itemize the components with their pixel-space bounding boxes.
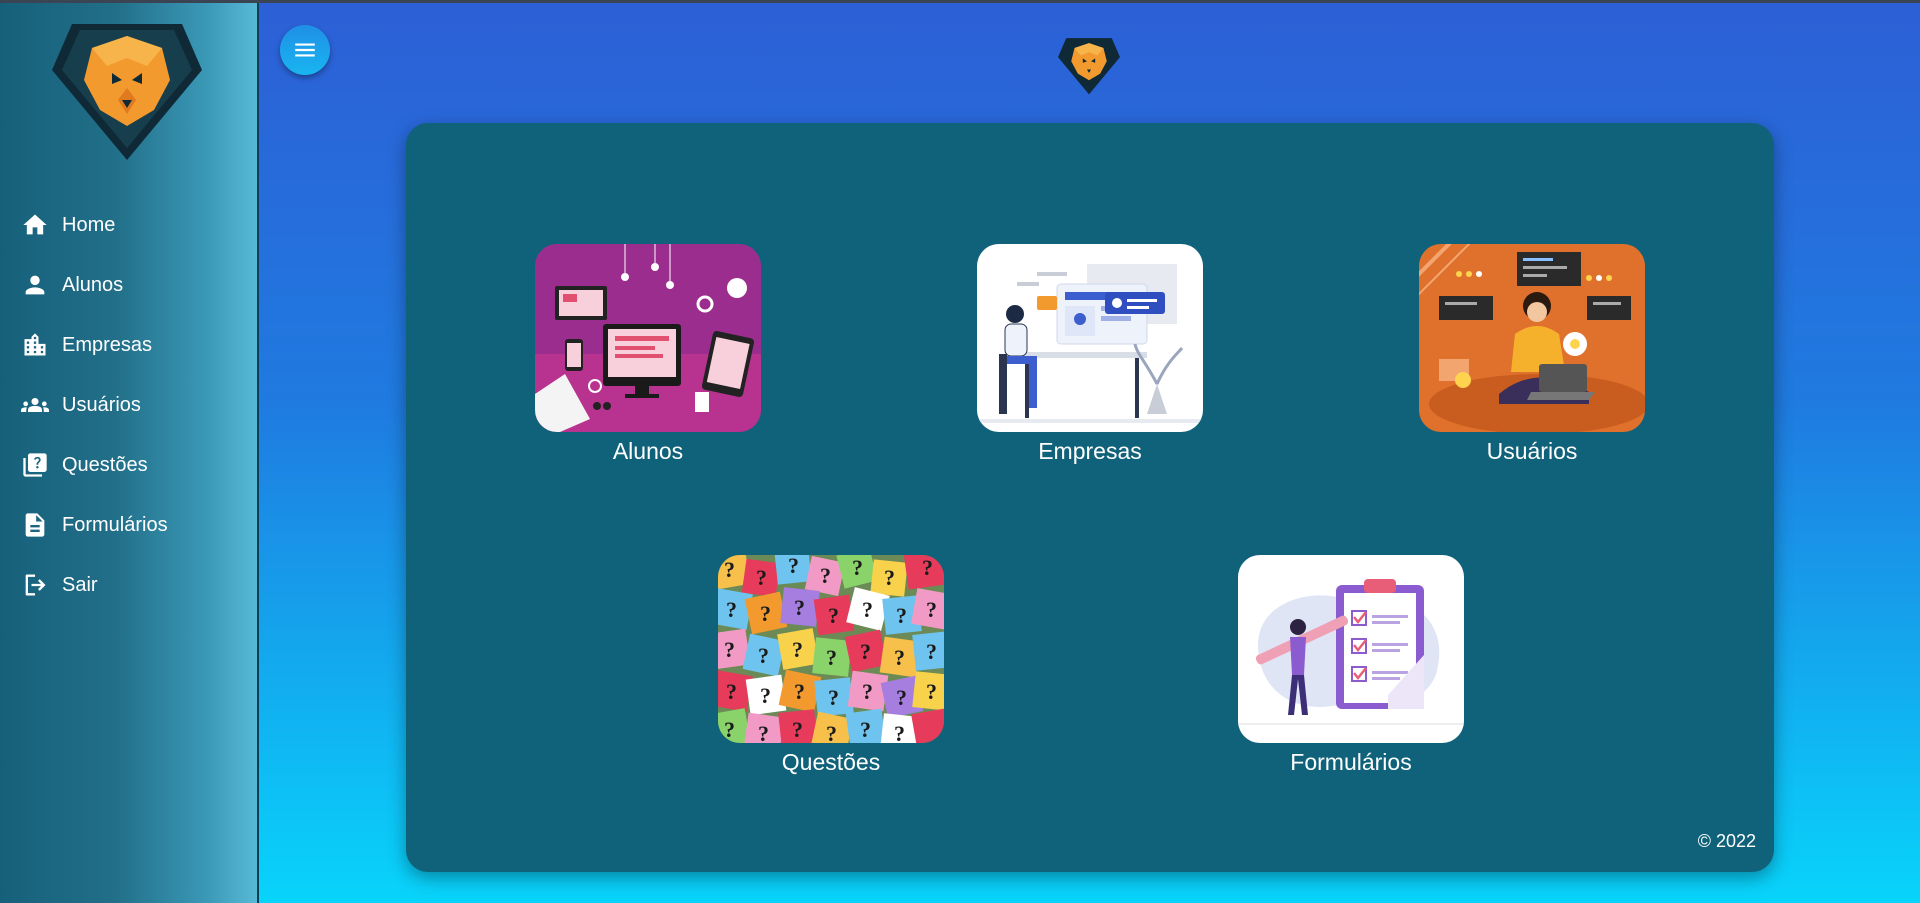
building-icon — [20, 330, 50, 360]
menu-toggle-button[interactable] — [280, 25, 330, 75]
sidebar-item-label: Sair — [62, 573, 98, 596]
hamburger-menu-icon — [295, 43, 315, 57]
svg-text:?: ? — [828, 603, 839, 628]
svg-text:?: ? — [826, 645, 837, 670]
sidebar-item-label: Questões — [62, 453, 148, 476]
tile-label: Alunos — [612, 438, 684, 464]
home-icon — [20, 210, 50, 240]
svg-text:?: ? — [926, 679, 937, 704]
header-lion-logo-icon — [1058, 34, 1120, 96]
sidebar-item-usuarios[interactable]: Usuários — [0, 375, 257, 435]
tile-label: Empresas — [1038, 438, 1142, 464]
svg-text:?: ? — [862, 679, 873, 704]
sidebar-item-label: Home — [62, 213, 116, 236]
svg-text:?: ? — [884, 565, 895, 590]
tile-empresas[interactable]: Empresas — [977, 244, 1203, 465]
svg-text:?: ? — [862, 597, 873, 622]
tile-label: Formulários — [1290, 749, 1412, 775]
devices-illustration-image — [535, 244, 761, 432]
group-icon — [20, 390, 50, 420]
sidebar-item-label: Usuários — [62, 393, 141, 416]
svg-text:?: ? — [894, 645, 905, 670]
sidebar-item-empresas[interactable]: Empresas — [0, 315, 257, 375]
svg-text:?: ? — [726, 597, 737, 622]
lion-logo-icon — [52, 18, 202, 160]
office-worker-illustration-image — [977, 244, 1203, 432]
svg-text:?: ? — [896, 603, 907, 628]
sidebar-item-label: Alunos — [62, 273, 124, 296]
svg-text:?: ? — [860, 717, 871, 742]
question-marks-photo-image: ???? ??? ???? ??? ???? ??? ???? ??? ????… — [718, 555, 944, 743]
sidebar-item-sair[interactable]: Sair — [0, 555, 257, 615]
svg-text:?: ? — [922, 555, 933, 580]
person-icon — [20, 270, 50, 300]
sidebar-nav: Home Alunos Empresas Usuários Questões F… — [0, 195, 257, 615]
svg-text:?: ? — [860, 639, 871, 664]
sidebar-item-formularios[interactable]: Formulários — [0, 495, 257, 555]
footer-copyright: © 2022 — [1697, 831, 1756, 851]
woman-laptop-illustration-image — [1419, 244, 1645, 432]
svg-text:?: ? — [794, 679, 805, 704]
tile-formularios[interactable]: Formulários — [1238, 555, 1464, 776]
window-top-border — [0, 0, 1920, 3]
svg-text:?: ? — [788, 555, 799, 578]
checklist-illustration-image — [1238, 555, 1464, 743]
sidebar-item-label: Formulários — [62, 513, 168, 536]
svg-text:?: ? — [758, 643, 769, 668]
svg-text:?: ? — [756, 565, 767, 590]
svg-text:?: ? — [792, 637, 803, 662]
sidebar-item-label: Empresas — [62, 333, 153, 356]
svg-text:?: ? — [758, 721, 769, 743]
svg-text:?: ? — [760, 683, 771, 708]
svg-text:?: ? — [828, 685, 839, 710]
tile-questoes[interactable]: ???? ??? ???? ??? ???? ??? ???? ??? ????… — [718, 555, 944, 776]
svg-text:?: ? — [726, 679, 737, 704]
sidebar-item-questoes[interactable]: Questões — [0, 435, 257, 495]
svg-text:?: ? — [792, 717, 803, 742]
tile-label: Questões — [781, 749, 881, 775]
svg-text:?: ? — [820, 563, 831, 588]
document-icon — [20, 510, 50, 540]
sidebar: Home Alunos Empresas Usuários Questões F… — [0, 0, 259, 903]
dashboard-card: Alunos Empresas Usuários ? ? ? ? ? ? ? ?… — [406, 123, 1774, 872]
svg-text:?: ? — [760, 601, 771, 626]
svg-text:?: ? — [852, 555, 863, 580]
svg-text:?: ? — [926, 639, 937, 664]
tile-usuarios[interactable]: Usuários — [1419, 244, 1645, 465]
sidebar-item-home[interactable]: Home — [0, 195, 257, 255]
svg-text:?: ? — [894, 721, 905, 743]
svg-text:?: ? — [794, 595, 805, 620]
svg-text:?: ? — [926, 597, 937, 622]
tile-alunos[interactable]: Alunos — [535, 244, 761, 465]
logout-icon — [20, 570, 50, 600]
quiz-icon — [20, 450, 50, 480]
svg-text:?: ? — [724, 637, 735, 662]
svg-text:?: ? — [724, 717, 735, 742]
sidebar-item-alunos[interactable]: Alunos — [0, 255, 257, 315]
svg-text:?: ? — [896, 685, 907, 710]
svg-text:?: ? — [826, 721, 837, 743]
svg-text:?: ? — [724, 557, 735, 582]
tile-label: Usuários — [1486, 438, 1578, 464]
